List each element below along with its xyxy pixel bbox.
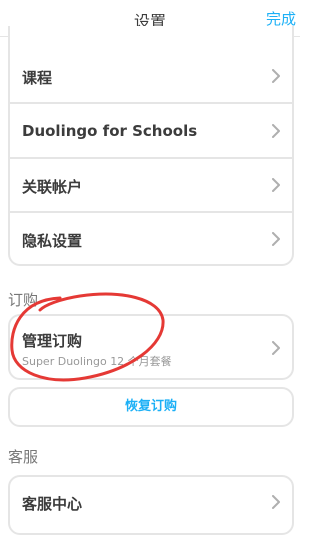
settings-row-help-center[interactable]: 客服中心 xyxy=(10,477,292,530)
subscription-section-label: 订购 xyxy=(8,291,39,309)
manage-subscription-subtitle: Super Duolingo 12 个月套餐 xyxy=(22,355,172,368)
settings-row-privacy[interactable]: 隐私设置 xyxy=(10,214,292,267)
chevron-right-icon xyxy=(272,495,280,509)
chevron-right-icon xyxy=(272,69,280,83)
restore-subscription-button[interactable]: 恢复订购 xyxy=(8,387,294,427)
settings-row-linked-accounts[interactable]: 关联帐户 xyxy=(10,160,292,213)
chevron-right-icon xyxy=(272,124,280,138)
chevron-right-icon xyxy=(272,178,280,192)
row-label: 隐私设置 xyxy=(22,232,83,250)
row-label: Duolingo for Schools xyxy=(22,122,198,140)
support-card: 客服中心 xyxy=(8,475,294,535)
row-label: 客服中心 xyxy=(22,495,83,513)
row-label: 课程 xyxy=(22,69,53,87)
account-settings-card: 课程 Duolingo for Schools 关联帐户 隐私设置 xyxy=(8,26,294,266)
chevron-right-icon xyxy=(272,341,280,355)
manage-subscription-card[interactable]: 管理订购 Super Duolingo 12 个月套餐 xyxy=(8,314,294,380)
chevron-right-icon xyxy=(272,232,280,246)
settings-row-courses[interactable]: 课程 xyxy=(10,51,292,104)
manage-subscription-title: 管理订购 xyxy=(22,332,83,350)
support-section-label: 客服 xyxy=(8,448,39,466)
settings-row-schools[interactable]: Duolingo for Schools xyxy=(10,106,292,159)
row-label: 关联帐户 xyxy=(22,178,83,196)
